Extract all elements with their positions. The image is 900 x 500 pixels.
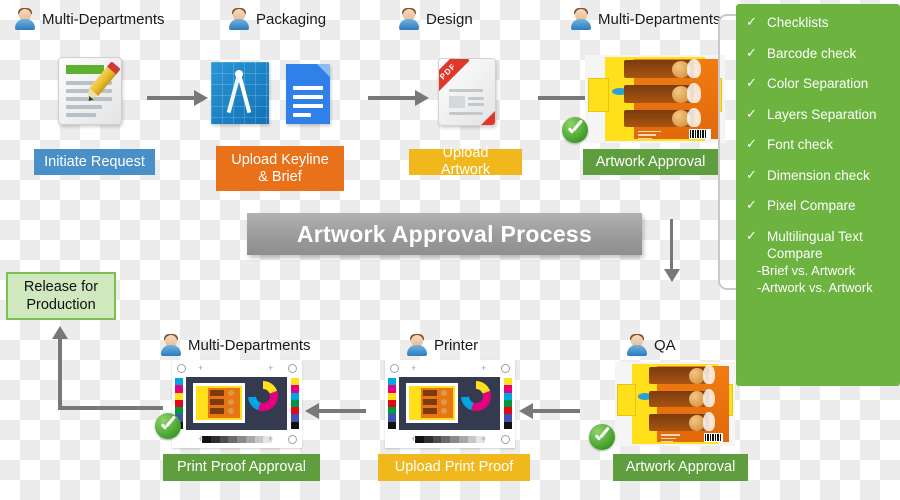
artwork-carton-icon <box>585 55 725 143</box>
step-label-initiate-request[interactable]: Initiate Request <box>34 149 155 175</box>
checklist-item-7-sublist: -Brief vs. Artwork -Artwork vs. Artwork <box>757 262 873 295</box>
pdf-document-icon: PDF <box>438 58 496 126</box>
check-icon: ✓ <box>746 105 757 121</box>
check-icon: ✓ <box>746 75 757 91</box>
print-proof-icon-2: + + + + <box>385 360 515 448</box>
checklist-item-6[interactable]: ✓ Pixel Compare <box>736 197 900 215</box>
step-label-artwork-approval-qa[interactable]: Artwork Approval <box>613 454 748 481</box>
brace-connector <box>718 14 738 290</box>
step-label-upload-artwork[interactable]: Upload Artwork <box>409 145 522 178</box>
checklist-item-label: Color Separation <box>767 76 869 92</box>
actor-packaging: Packaging <box>228 8 326 30</box>
checklist-item-label: Checklists <box>767 15 829 30</box>
arrow-keyline-to-artwork <box>368 90 429 106</box>
check-icon: ✓ <box>746 44 757 60</box>
step-label-upload-keyline-brief[interactable]: Upload Keyline & Brief <box>216 146 344 191</box>
actor-role-label: Packaging <box>256 10 327 28</box>
avatar-icon <box>228 8 250 30</box>
arrow-upload-proof-to-approval <box>305 403 366 419</box>
checklist-item-label: Layers Separation <box>767 106 877 122</box>
checklist-item-label: Dimension check <box>767 167 870 183</box>
checklist-item-label: Pixel Compare <box>767 198 856 214</box>
artwork-carton-icon-2 <box>615 362 735 446</box>
check-icon: ✓ <box>746 136 757 152</box>
arrow-initiate-to-keyline <box>147 90 208 106</box>
arrow-artwork-to-approval <box>538 90 599 106</box>
blueprint-compass-icon <box>211 62 269 124</box>
checklist-item-label: Font check <box>767 137 834 153</box>
actor-multi-departments-2: Multi-Departments <box>570 8 721 30</box>
check-icon: ✓ <box>746 14 757 29</box>
step-label-print-proof-approval[interactable]: Print Proof Approval <box>163 454 320 481</box>
release-for-production-box[interactable]: Release for Production <box>6 272 116 320</box>
arrow-approval-to-qa <box>663 219 680 282</box>
avatar-icon <box>406 334 428 356</box>
actor-qa: QA <box>626 334 676 356</box>
page-title: Artwork Approval Process <box>247 213 642 255</box>
checklist-item-label: Multilingual Text Compare <box>767 228 863 262</box>
actor-role-label: Design <box>426 10 473 28</box>
checklist-item-5[interactable]: ✓ Dimension check <box>736 167 900 185</box>
actor-role-label: QA <box>654 336 676 354</box>
actor-role-label: Printer <box>434 336 479 354</box>
actor-role-label: Multi-Departments <box>42 10 165 28</box>
approved-check-badge-top <box>562 117 588 143</box>
checklist-panel: ✓ Checklists ✓ Barcode check ✓ Color Sep… <box>736 4 900 386</box>
avatar-icon <box>570 8 592 30</box>
checklist-item-3[interactable]: ✓ Layers Separation <box>736 106 900 124</box>
actor-multi-departments-1: Multi-Departments <box>14 8 165 30</box>
actor-design: Design <box>398 8 473 30</box>
avatar-icon <box>626 334 648 356</box>
step-label-upload-print-proof[interactable]: Upload Print Proof <box>378 454 530 481</box>
checklist-item-0[interactable]: ✓ Checklists <box>736 14 900 32</box>
print-proof-icon-1: + + + + <box>172 360 302 448</box>
arrow-elbow-to-release <box>52 326 163 410</box>
check-icon: ✓ <box>746 227 757 243</box>
actor-role-label: Multi-Departments <box>188 336 311 354</box>
checklist-item-2[interactable]: ✓ Color Separation <box>736 75 900 93</box>
pdf-ribbon-label: PDF <box>439 59 470 94</box>
avatar-icon <box>398 8 420 30</box>
actor-multi-departments-3: Multi-Departments <box>160 334 311 356</box>
arrow-qa-to-upload-proof <box>519 403 580 419</box>
avatar-icon <box>14 8 36 30</box>
step-label-artwork-approval-top[interactable]: Artwork Approval <box>583 149 718 175</box>
check-icon: ✓ <box>746 197 757 213</box>
check-icon: ✓ <box>746 166 757 182</box>
brief-document-icon <box>286 64 330 124</box>
checklist-item-label: Barcode check <box>767 45 857 61</box>
checklist-item-7[interactable]: ✓ Multilingual Text Compare <box>736 228 900 263</box>
checklist-item-1[interactable]: ✓ Barcode check <box>736 45 900 63</box>
actor-role-label: Multi-Departments <box>598 10 721 28</box>
approved-check-badge-print-proof <box>155 413 181 439</box>
approved-check-badge-qa <box>589 424 615 450</box>
avatar-icon <box>160 334 182 356</box>
actor-printer: Printer <box>406 334 478 356</box>
checklist-item-4[interactable]: ✓ Font check <box>736 136 900 154</box>
